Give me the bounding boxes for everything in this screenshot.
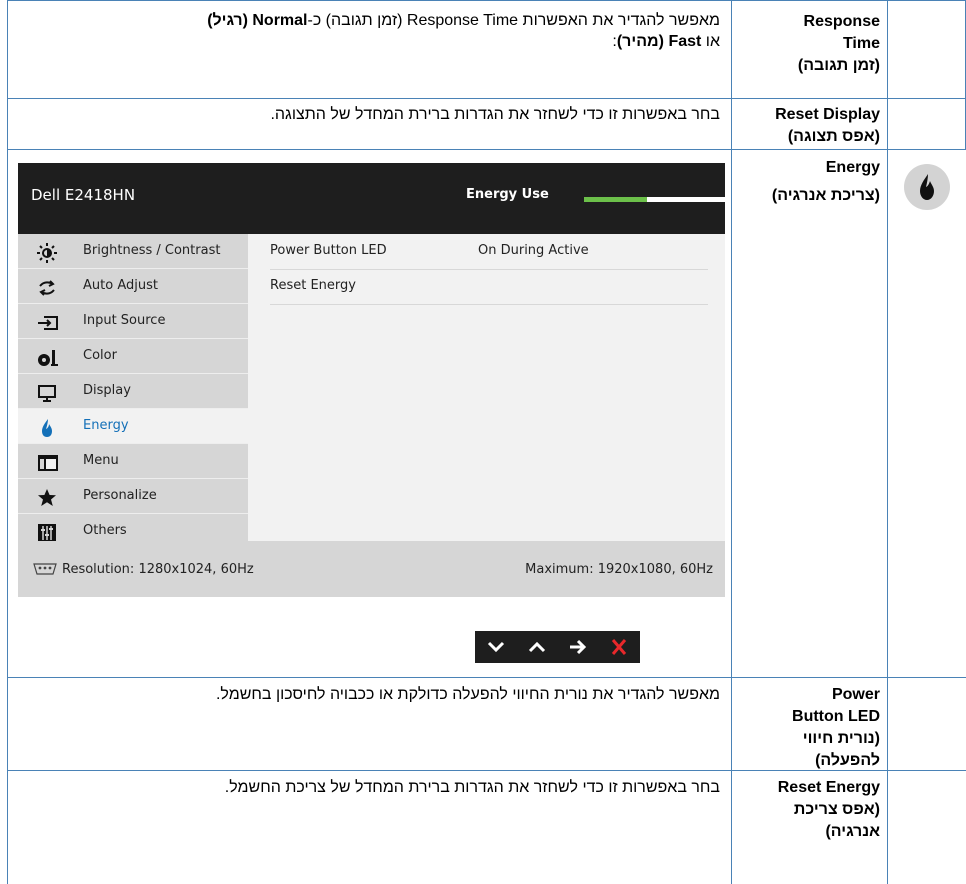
col-border [731, 0, 732, 884]
osd-body: Brightness / Contrast Auto Adjust Input … [18, 234, 725, 542]
row-border [7, 0, 966, 1]
col-border [887, 0, 888, 884]
menu-item-auto-adjust[interactable]: Auto Adjust [18, 269, 248, 304]
resolution-text: Resolution: 1280x1024, 60Hz [62, 562, 254, 577]
menu-item-menu[interactable]: Menu [18, 444, 248, 479]
vga-connector-icon [32, 562, 58, 580]
menu-item-input-source[interactable]: Input Source [18, 304, 248, 339]
others-icon [37, 523, 56, 542]
reset-display-desc: בחר באפשרות זו כדי לשחזר את הגדרות ברירת… [270, 106, 720, 123]
exit-button[interactable] [598, 631, 640, 663]
reset-energy-desc: בחר באפשרות זו כדי לשחזר את הגדרות ברירת… [224, 779, 720, 796]
menu-item-energy[interactable]: Energy [18, 409, 248, 444]
response-time-desc: מאפשר להגדיר את האפשרות Response Time (ז… [20, 10, 720, 52]
row-border [7, 149, 966, 150]
enter-button[interactable] [557, 631, 599, 663]
desc-line-1: מאפשר להגדיר את האפשרות Response Time (ז… [207, 12, 720, 29]
menu-item-personalize[interactable]: Personalize [18, 479, 248, 514]
col-border [7, 0, 8, 884]
osd-model-name: Dell E2418HN [31, 186, 136, 204]
brightness-icon [37, 243, 57, 263]
row-border [7, 677, 966, 678]
reset-display-name: Reset Display (אפס תצוגה) [775, 106, 880, 145]
up-button[interactable] [516, 631, 558, 663]
submenu-reset-energy[interactable]: Reset Energy [270, 269, 708, 305]
color-icon [37, 348, 58, 366]
desc-line-2: או Fast (מהיר): [612, 33, 720, 50]
menu-item-brightness-contrast[interactable]: Brightness / Contrast [18, 234, 248, 269]
name-en: Response Time [803, 13, 880, 52]
input-source-icon [37, 313, 58, 331]
energy-row-icon [904, 164, 950, 210]
reset-energy-name: Reset Energy (אפס צריכת אנרגיה) [777, 779, 880, 840]
energy-use-bar-fill [584, 197, 648, 202]
power-button-led-name: Power Button LED (נורית חיווי להפעלה) [792, 686, 880, 769]
row-border [7, 98, 966, 99]
menu-item-color[interactable]: Color [18, 339, 248, 374]
name-he: (זמן תגובה) [797, 57, 880, 74]
auto-adjust-icon [37, 278, 55, 296]
osd-main-menu: Brightness / Contrast Auto Adjust Input … [18, 234, 248, 542]
energy-name: Energy (צריכת אנרגיה) [771, 159, 880, 204]
response-time-name: Response Time (זמן תגובה) [770, 11, 880, 77]
osd-screenshot: Dell E2418HN Energy Use Brightness / Con… [18, 163, 725, 663]
osd-header: Dell E2418HN Energy Use [18, 163, 725, 234]
down-button[interactable] [475, 631, 517, 663]
star-icon [37, 488, 56, 506]
display-icon [37, 383, 56, 402]
submenu-power-button-led[interactable]: Power Button LED On During Active [270, 234, 708, 270]
power-button-led-desc: מאפשר להגדיר את נורית החיווי להפעלה כדול… [215, 686, 720, 703]
energy-use-label: Energy Use [466, 187, 549, 202]
energy-icon [37, 418, 55, 437]
menu-item-display[interactable]: Display [18, 374, 248, 409]
maximum-resolution-text: Maximum: 1920x1080, 60Hz [525, 562, 713, 577]
energy-use-bar [584, 197, 725, 202]
osd-status-bar: Resolution: 1280x1024, 60Hz Maximum: 192… [18, 541, 725, 597]
menu-icon [37, 453, 58, 471]
